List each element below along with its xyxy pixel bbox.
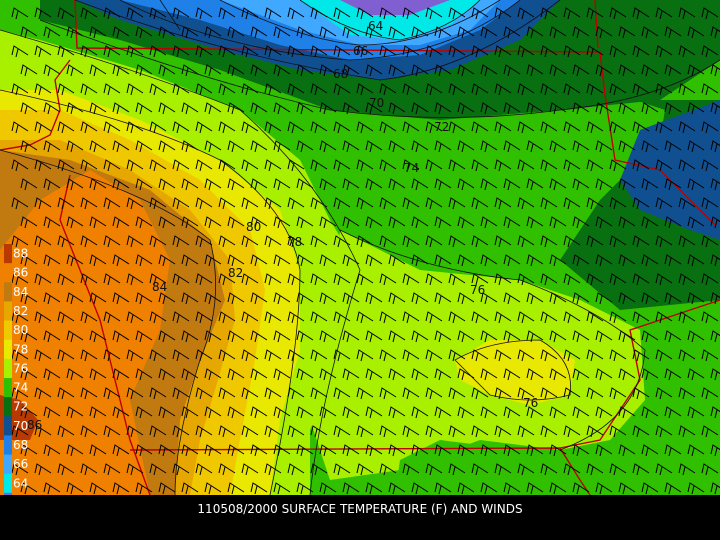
contour-label-64: 64 [368,19,383,33]
contour-label-76-east: 76 [470,283,485,297]
legend-label-74: 74 [13,381,28,395]
legend-swatch-74 [4,378,12,398]
contour-label-84: 84 [152,280,167,294]
legend-swatch-86 [4,263,12,283]
contour-label-66: 66 [353,44,368,58]
temperature-map: 64 66 68 70 72 74 80 78 82 84 76 76 86 8… [0,0,720,495]
legend-swatch-82 [4,301,12,322]
legend-label-86: 86 [13,266,28,280]
legend-swatch-80 [4,320,12,341]
contour-label-70: 70 [369,96,384,110]
legend-swatch-66 [4,454,12,475]
legend-swatch-76 [4,358,12,379]
legend-label-78: 78 [13,342,28,356]
legend-swatch-68 [4,435,12,456]
contour-label-76-southeast: 76 [523,396,538,410]
contour-label-68: 68 [333,67,348,81]
legend-swatch-62 [4,492,12,495]
contour-label-86: 86 [27,418,42,432]
legend-swatch-70 [4,416,12,436]
legend-label-76: 76 [13,361,28,375]
contour-label-74: 74 [404,161,419,175]
legend-swatch-78 [4,339,12,360]
legend-swatch-72 [4,397,12,417]
legend-label-64: 64 [13,476,28,490]
legend-label-70: 70 [13,419,28,433]
legend-swatch-88 [4,244,12,264]
contour-label-78: 78 [287,235,302,249]
legend-label-84: 84 [13,285,28,299]
legend-label-88: 88 [13,247,28,261]
contour-label-72: 72 [434,120,449,134]
map-caption: 110508/2000 SURFACE TEMPERATURE (F) AND … [197,502,523,516]
legend-label-66: 66 [13,457,28,471]
legend-label-80: 80 [13,323,28,337]
contour-label-82: 82 [228,266,243,280]
legend-swatch-64 [4,473,12,494]
legend-swatch-84 [4,282,12,302]
legend-label-72: 72 [13,400,28,414]
legend-label-68: 68 [13,438,28,452]
contour-label-80: 80 [246,220,261,234]
legend-label-82: 82 [13,304,28,318]
